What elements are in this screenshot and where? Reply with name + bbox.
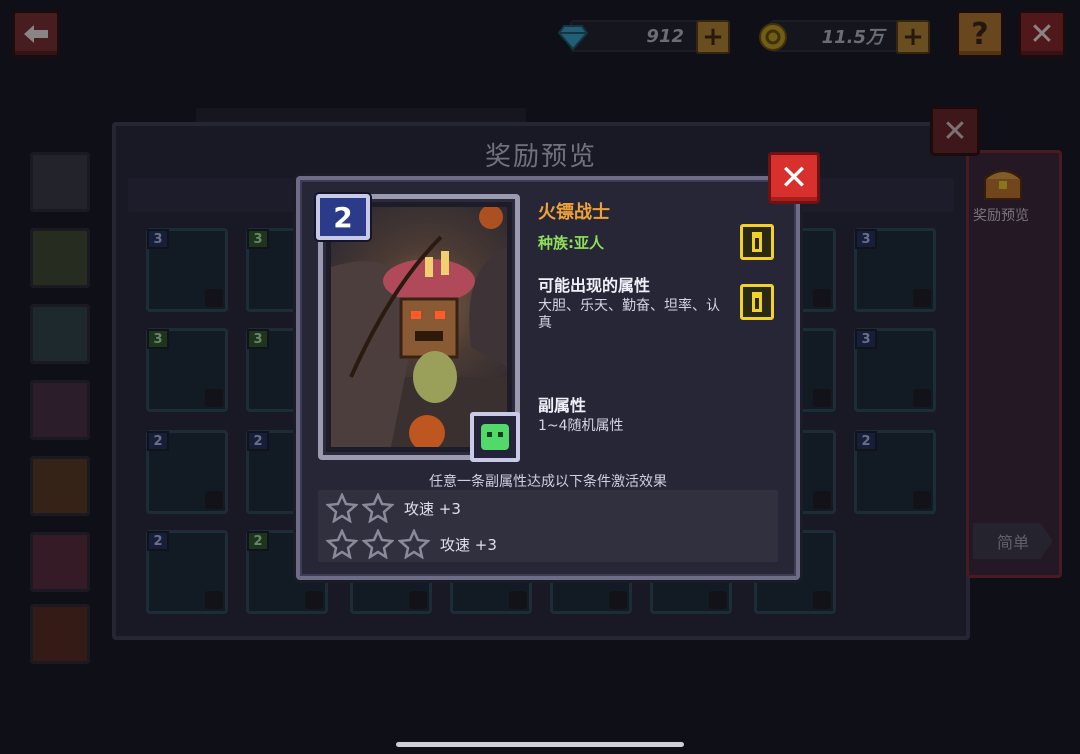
side-tab-5[interactable] [30, 456, 90, 516]
side-tab-6[interactable] [30, 532, 90, 592]
back-button[interactable] [12, 10, 60, 58]
add-gems-button[interactable]: + [696, 20, 730, 54]
right-reward-panel: 奖励预览 简单 [966, 150, 1062, 578]
card-level-badge: 2 [316, 194, 370, 240]
info-icon [752, 292, 762, 312]
race-info-button[interactable] [740, 224, 774, 260]
side-tab-1[interactable] [30, 152, 90, 212]
condition-label: 攻速 +3 [404, 499, 461, 518]
condition-row: 攻速 +3 [325, 491, 461, 524]
sub-attr-title: 副属性 [538, 396, 587, 415]
popup-close-button[interactable]: ✕ [768, 152, 820, 204]
grid-card[interactable]: 3 [854, 328, 936, 412]
card-race: 种族:亚人 [538, 234, 604, 252]
difficulty-button[interactable]: 简单 [973, 523, 1053, 559]
home-indicator[interactable] [396, 742, 684, 747]
sub-attr-text: 1~4随机属性 [538, 418, 624, 434]
info-icon [752, 232, 762, 252]
side-tab-7[interactable] [30, 604, 90, 664]
gem-count: 912 [646, 25, 684, 47]
side-tab-3[interactable] [30, 304, 90, 364]
condition-text: 任意一条副属性达成以下条件激活效果 [429, 474, 667, 490]
add-gold-button[interactable]: + [896, 20, 930, 54]
goblin-face-icon [481, 424, 509, 450]
possible-attrs-title: 可能出现的属性 [538, 276, 651, 295]
close-screen-button[interactable]: ✕ [1018, 10, 1066, 58]
grid-card[interactable]: 3 [146, 228, 228, 312]
grid-card[interactable]: 3 [146, 328, 228, 412]
card-name: 火镖战士 [538, 202, 610, 223]
diamond-icon [556, 20, 590, 54]
condition-label: 攻速 +3 [440, 535, 497, 554]
gem-counter: 912 + [558, 20, 730, 54]
condition-row: 攻速 +3 [325, 527, 497, 560]
right-panel-label: 奖励预览 [973, 208, 1029, 224]
gold-counter: 11.5万 + [759, 20, 930, 54]
condition-box: 攻速 +3 攻速 +3 [318, 490, 778, 562]
panel-close-button[interactable]: ✕ [930, 106, 980, 156]
coin-icon [756, 20, 790, 54]
gold-count: 11.5万 [821, 27, 884, 48]
star-outline-icon [325, 527, 359, 560]
reward-panel-title: 奖励预览 [484, 142, 597, 172]
star-outline-icon [361, 491, 395, 524]
star-outline-icon [325, 491, 359, 524]
grid-card[interactable]: 2 [854, 430, 936, 514]
side-tab-2[interactable] [30, 228, 90, 288]
help-button[interactable]: ? [956, 10, 1004, 58]
side-tab-4[interactable] [30, 380, 90, 440]
grid-card[interactable]: 3 [854, 228, 936, 312]
grid-card[interactable]: 2 [146, 530, 228, 614]
tiki-warrior-artwork [331, 207, 507, 447]
card-race-badge [470, 412, 520, 462]
attrs-info-button[interactable] [740, 284, 774, 320]
star-outline-icon [361, 527, 395, 560]
star-outline-icon [397, 527, 431, 560]
possible-attrs-text: 大胆、乐天、勤奋、坦率、认真 [538, 298, 720, 331]
arrow-left-icon [24, 25, 48, 43]
card-artwork [331, 207, 507, 447]
treasure-chest-icon [984, 170, 1022, 200]
grid-card[interactable]: 2 [146, 430, 228, 514]
